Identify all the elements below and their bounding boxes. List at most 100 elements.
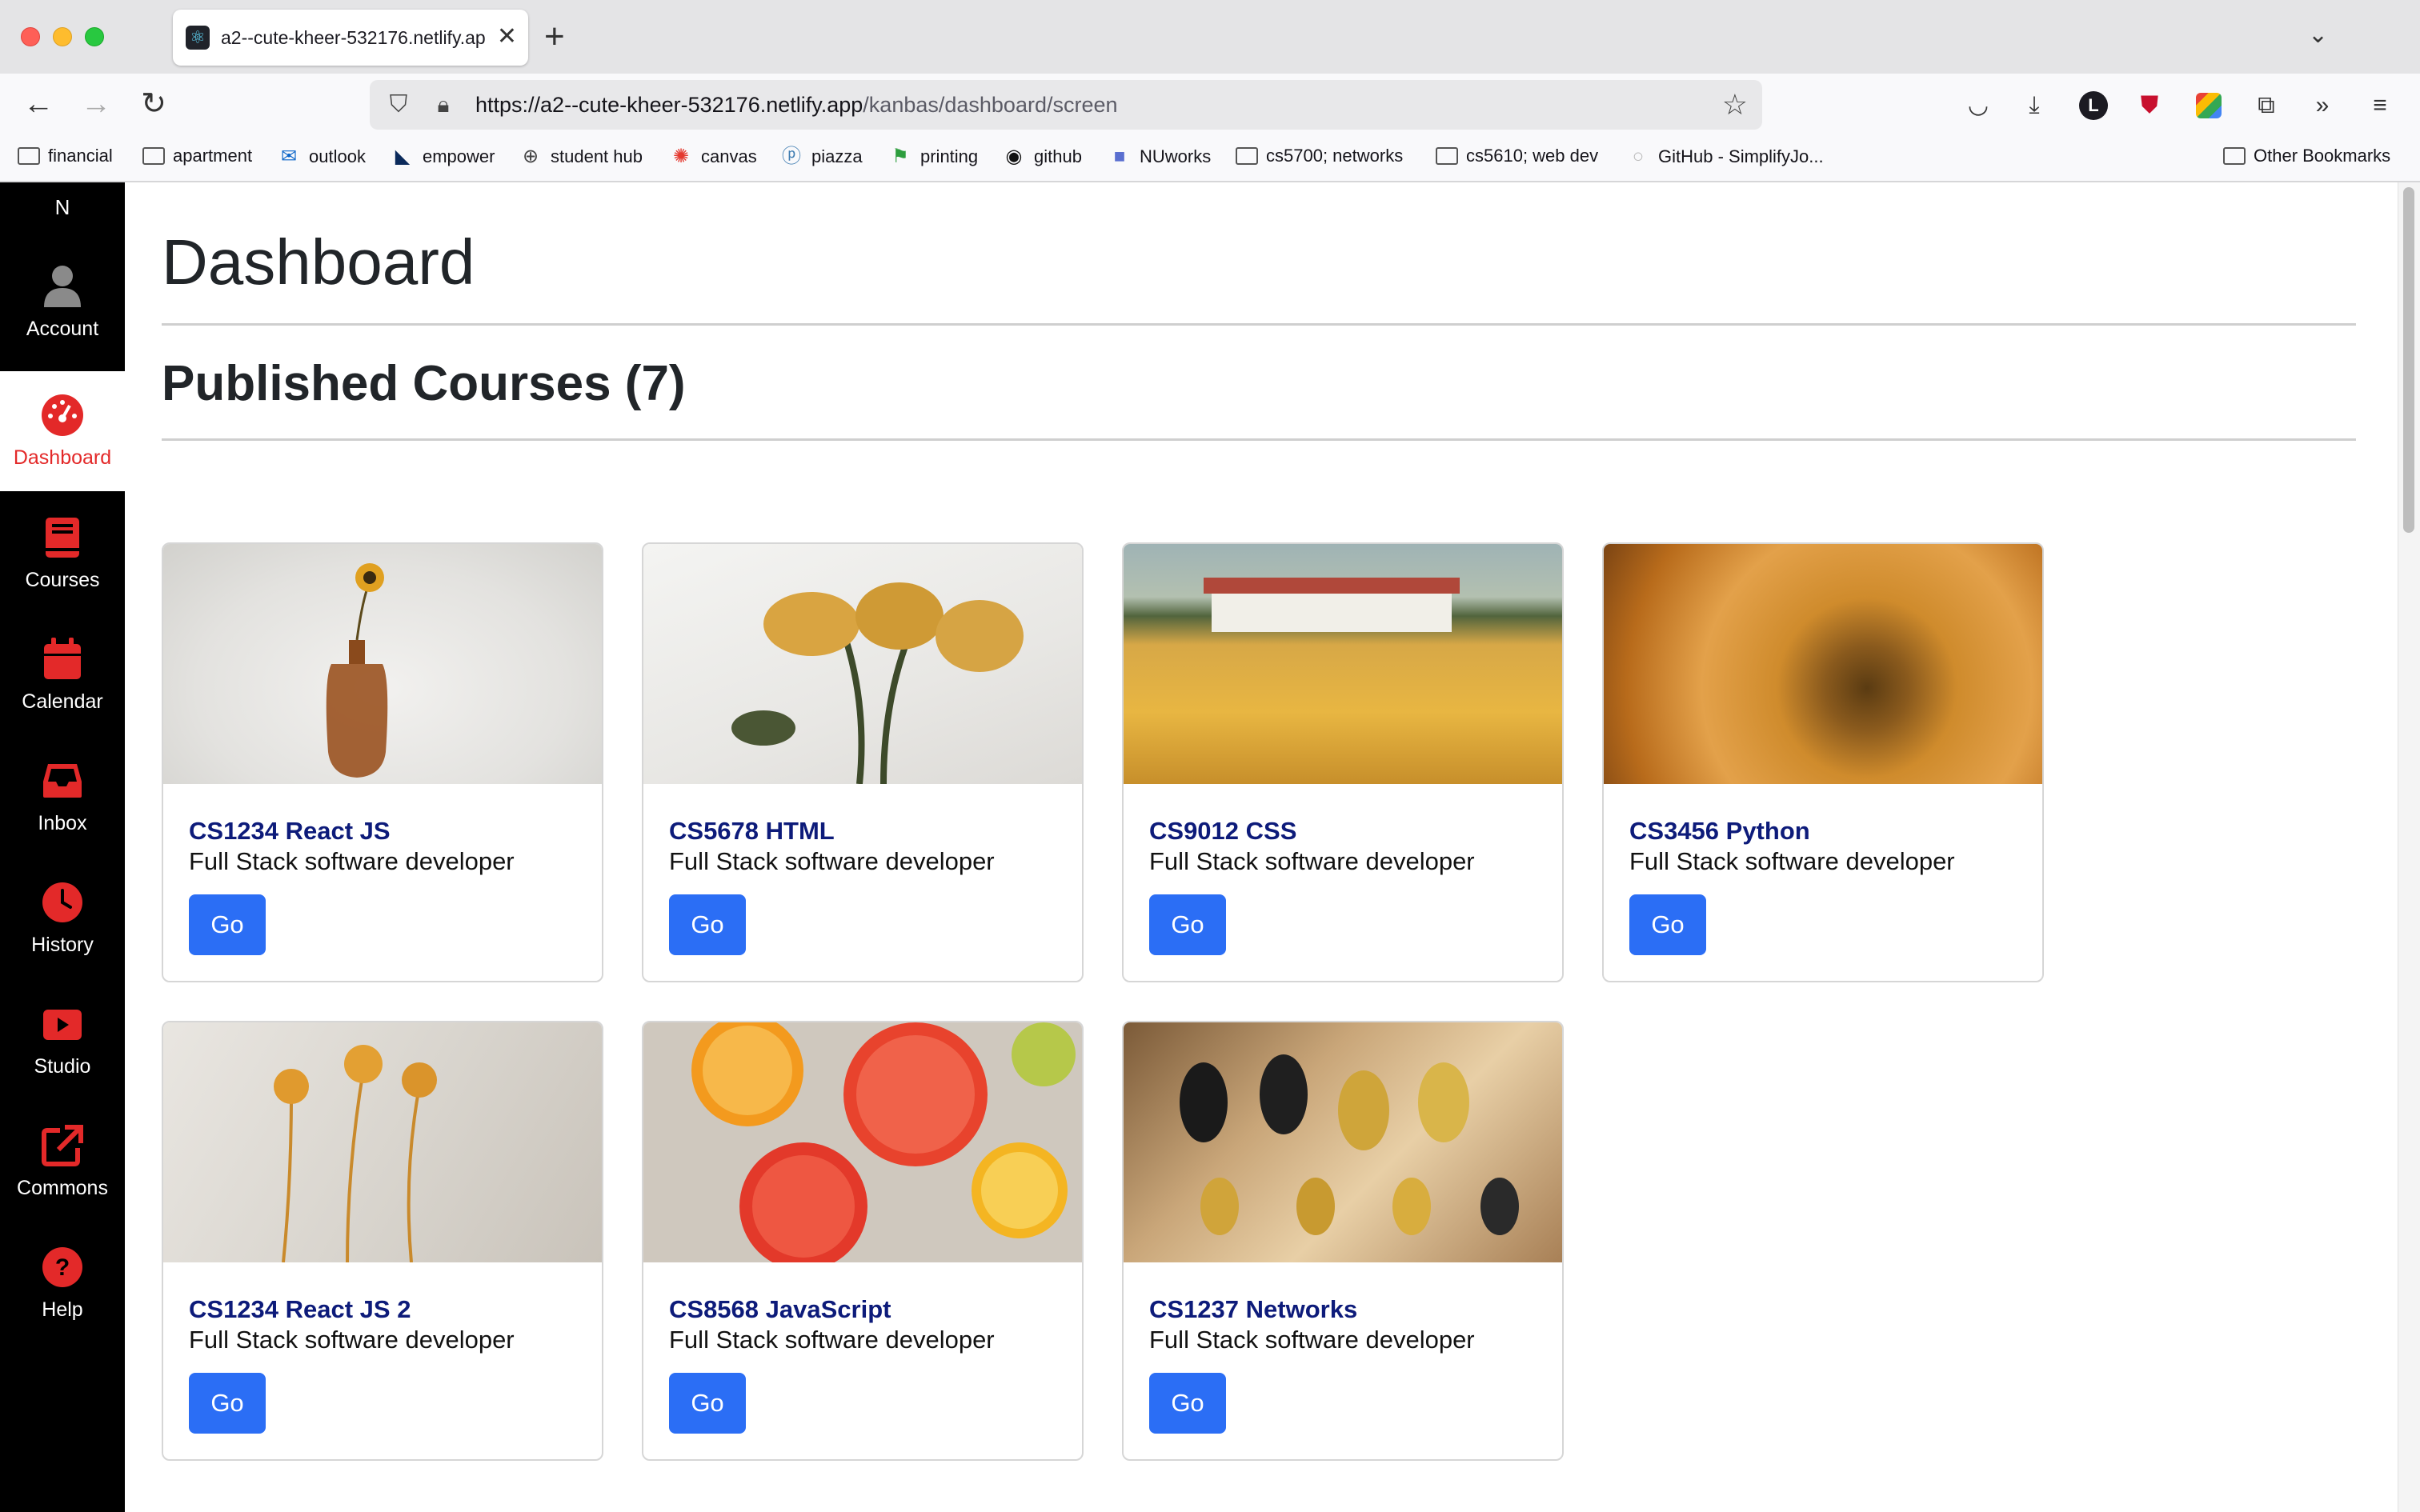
kanbas-sidebar: N Account Dashboard Courses Calendar Inb… bbox=[0, 182, 125, 1512]
folder-icon bbox=[1236, 147, 1258, 165]
bookmark-label: empower bbox=[423, 146, 495, 166]
lock-icon[interactable]: 🔒︎ bbox=[427, 92, 459, 118]
tv-icon bbox=[40, 1002, 85, 1046]
forward-button[interactable]: → bbox=[77, 85, 115, 123]
sidebar-item-courses[interactable]: Courses bbox=[0, 498, 125, 610]
url-host: https://a2--cute-kheer-532176.netlify.ap… bbox=[475, 92, 863, 117]
go-button[interactable]: Go bbox=[1149, 894, 1226, 955]
folder-icon bbox=[2223, 147, 2246, 165]
course-title[interactable]: CS1234 React JS 2 bbox=[189, 1294, 581, 1325]
go-button[interactable]: Go bbox=[1149, 1373, 1226, 1434]
bookmarks-toolbar: financial apartment ✉ outlook ◣ empower ⊕ s… bbox=[0, 136, 2420, 182]
course-card[interactable]: CS9012 CSS Full Stack software developer… bbox=[1122, 542, 1564, 982]
go-button[interactable]: Go bbox=[189, 894, 266, 955]
course-title[interactable]: CS8568 JavaScript bbox=[669, 1294, 1061, 1325]
bookmark-label: cs5700; networks bbox=[1266, 146, 1404, 166]
pocket-icon[interactable]: ◡ bbox=[1961, 90, 1996, 122]
extensions-puzzle-icon[interactable]: ⧉ bbox=[2249, 90, 2284, 122]
zoom-window-button[interactable] bbox=[85, 27, 104, 46]
sidebar-item-calendar[interactable]: Calendar bbox=[0, 619, 125, 731]
sidebar-item-dashboard[interactable]: Dashboard bbox=[0, 371, 125, 491]
course-title[interactable]: CS1237 Networks bbox=[1149, 1294, 1541, 1325]
sidebar-item-inbox[interactable]: Inbox bbox=[0, 741, 125, 853]
ublock-icon[interactable]: ⛊ bbox=[2132, 90, 2167, 122]
bookmark-apartment[interactable]: apartment bbox=[142, 146, 252, 166]
bookmark-cs5700[interactable]: cs5700; networks bbox=[1236, 146, 1403, 166]
close-window-button[interactable] bbox=[21, 27, 40, 46]
course-subtitle: Full Stack software developer bbox=[1629, 847, 1955, 875]
bookmark-outlook[interactable]: ✉ outlook bbox=[277, 146, 366, 168]
course-card[interactable]: CS1237 Networks Full Stack software deve… bbox=[1122, 1021, 1564, 1461]
sidebar-item-label: Help bbox=[42, 1298, 83, 1321]
go-button[interactable]: Go bbox=[189, 1373, 266, 1434]
github-icon: ○ bbox=[1632, 146, 1645, 167]
sidebar-item-history[interactable]: History bbox=[0, 862, 125, 974]
course-card[interactable]: CS5678 HTML Full Stack software develope… bbox=[642, 542, 1084, 982]
course-card[interactable]: CS3456 Python Full Stack software develo… bbox=[1602, 542, 2044, 982]
downloads-icon[interactable]: ⤓ bbox=[2017, 90, 2052, 122]
go-button[interactable]: Go bbox=[1629, 894, 1706, 955]
bookmark-label: Other Bookmarks bbox=[2254, 146, 2391, 166]
list-all-tabs-icon[interactable]: ⌄ bbox=[2308, 21, 2328, 49]
new-tab-button[interactable]: + bbox=[544, 18, 565, 56]
bookmark-label: financial bbox=[48, 146, 113, 166]
go-button[interactable]: Go bbox=[669, 1373, 746, 1434]
back-button[interactable]: ← bbox=[19, 85, 58, 123]
bookmark-canvas[interactable]: ✺ canvas bbox=[669, 146, 757, 168]
tracking-protection-icon[interactable]: ⛉ bbox=[381, 91, 416, 118]
bookmark-printing[interactable]: ⚑ printing bbox=[888, 146, 978, 168]
page-scrollbar[interactable] bbox=[2398, 182, 2420, 1512]
menu-hamburger-icon[interactable]: ≡ bbox=[2362, 90, 2398, 122]
bookmark-empower[interactable]: ◣ empower bbox=[391, 146, 495, 168]
minimize-window-button[interactable] bbox=[53, 27, 72, 46]
course-title[interactable]: CS5678 HTML bbox=[669, 816, 1061, 846]
divider bbox=[162, 323, 2356, 326]
course-title[interactable]: CS1234 React JS bbox=[189, 816, 581, 846]
extension-color-icon[interactable] bbox=[2196, 93, 2222, 118]
outlook-icon: ✉ bbox=[280, 146, 298, 167]
folder-icon bbox=[142, 147, 165, 165]
bookmark-cs5610[interactable]: cs5610; web dev bbox=[1436, 146, 1598, 166]
course-subtitle: Full Stack software developer bbox=[669, 1326, 995, 1354]
bookmark-github[interactable]: ◉ github bbox=[1002, 146, 1082, 168]
course-image bbox=[643, 1022, 1082, 1270]
go-button[interactable]: Go bbox=[669, 894, 746, 955]
address-bar[interactable]: ⛉ 🔒︎ https://a2--cute-kheer-532176.netli… bbox=[370, 80, 1762, 130]
bookmark-github-simplify[interactable]: ○ GitHub - SimplifyJo... bbox=[1626, 146, 1824, 168]
course-title[interactable]: CS3456 Python bbox=[1629, 816, 2021, 846]
sidebar-item-account[interactable]: Account bbox=[0, 246, 125, 358]
course-card[interactable]: CS8568 JavaScript Full Stack software de… bbox=[642, 1021, 1084, 1461]
url-path: /kanbas/dashboard/screen bbox=[863, 92, 1118, 117]
course-card[interactable]: CS1234 React JS 2 Full Stack software de… bbox=[162, 1021, 603, 1461]
card-body: CS5678 HTML Full Stack software develope… bbox=[669, 816, 1061, 877]
sidebar-item-studio[interactable]: Studio bbox=[0, 984, 125, 1096]
bookmark-financial[interactable]: financial bbox=[18, 146, 113, 166]
course-title[interactable]: CS9012 CSS bbox=[1149, 816, 1541, 846]
sidebar-item-commons[interactable]: Commons bbox=[0, 1106, 125, 1218]
sidebar-item-label: History bbox=[31, 934, 94, 956]
sidebar-item-label: Inbox bbox=[38, 812, 87, 834]
course-card[interactable]: CS1234 React JS Full Stack software deve… bbox=[162, 542, 603, 982]
bookmark-label: github bbox=[1034, 146, 1082, 166]
overflow-chevron-icon[interactable]: » bbox=[2305, 90, 2340, 122]
close-tab-icon[interactable]: ✕ bbox=[497, 22, 517, 51]
clock-icon bbox=[40, 880, 85, 925]
sidebar-item-help[interactable]: ? Help bbox=[0, 1227, 125, 1339]
bookmark-piazza[interactable]: ⓟ piazza bbox=[779, 146, 863, 168]
svg-text:?: ? bbox=[55, 1254, 70, 1281]
reload-button[interactable]: ↻ bbox=[134, 85, 173, 123]
tab-bar: ⚛ a2--cute-kheer-532176.netlify.app ✕ + … bbox=[0, 0, 2420, 74]
bookmark-nuworks[interactable]: ■ NUworks bbox=[1108, 146, 1211, 168]
course-subtitle: Full Stack software developer bbox=[189, 847, 515, 875]
browser-tab-active[interactable]: ⚛ a2--cute-kheer-532176.netlify.app ✕ bbox=[173, 10, 528, 66]
card-body: CS3456 Python Full Stack software develo… bbox=[1629, 816, 2021, 877]
card-body: CS1234 React JS Full Stack software deve… bbox=[189, 816, 581, 877]
sidebar-item-label: Dashboard bbox=[13, 446, 112, 469]
bookmark-label: outlook bbox=[309, 146, 366, 166]
bookmark-other[interactable]: Other Bookmarks bbox=[2223, 146, 2390, 166]
bookmark-student-hub[interactable]: ⊕ student hub bbox=[519, 146, 643, 168]
scrollbar-thumb[interactable] bbox=[2403, 187, 2414, 533]
browser-chrome: ⚛ a2--cute-kheer-532176.netlify.app ✕ + … bbox=[0, 0, 2420, 182]
bookmark-star-icon[interactable]: ☆ bbox=[1722, 88, 1748, 122]
extension-l-icon[interactable]: L bbox=[2079, 91, 2108, 120]
